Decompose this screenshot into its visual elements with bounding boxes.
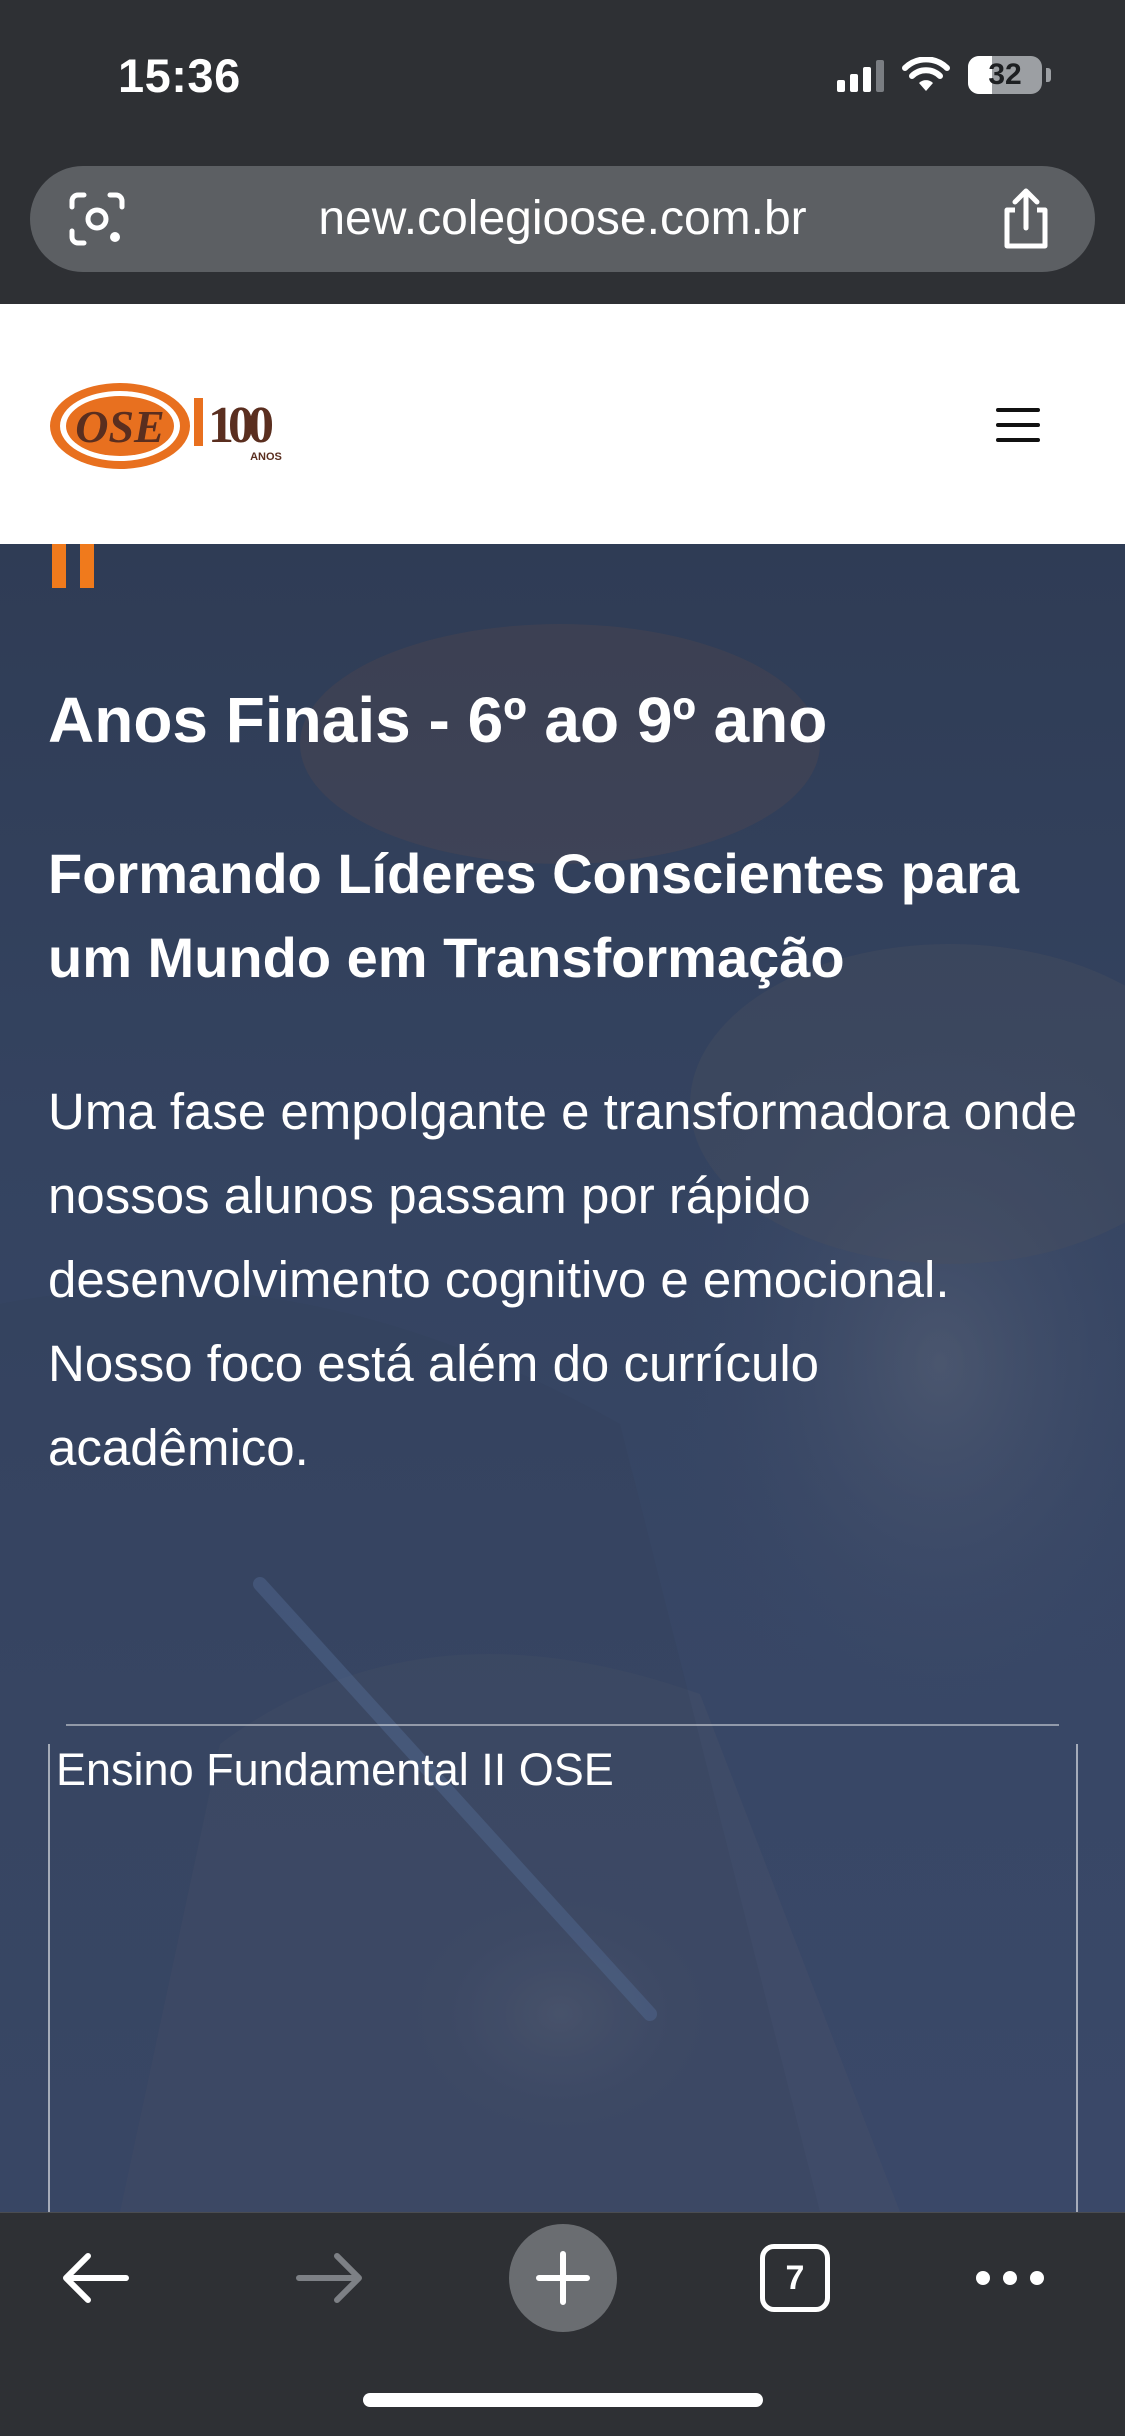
logo-badge-caption: ANOS: [250, 451, 282, 463]
browser-bottom-toolbar: 7: [0, 2212, 1125, 2436]
forward-arrow-icon: [296, 2253, 362, 2303]
new-tab-button[interactable]: [508, 2213, 618, 2343]
url-text[interactable]: new.colegioose.com.br: [30, 166, 1095, 272]
share-icon[interactable]: [997, 188, 1055, 250]
page-title: Anos Finais - 6º ao 9º ano: [48, 684, 828, 756]
logo-text: OSE: [75, 401, 164, 452]
video-embed[interactable]: Ensino Fundamental II OSE: [48, 1744, 1078, 2212]
back-button[interactable]: [40, 2213, 150, 2343]
quote-mark-decoration: [52, 544, 94, 588]
address-bar[interactable]: new.colegioose.com.br: [30, 166, 1095, 272]
hero-section: Anos Finais - 6º ao 9º ano Formando Líde…: [0, 544, 1125, 2212]
hero-subtitle: Formando Líderes Conscientes para um Mun…: [48, 842, 1019, 989]
browser-top-bar: 15:36 32 new.colegioose.com.br: [0, 0, 1125, 304]
forward-button[interactable]: [275, 2213, 385, 2343]
home-indicator[interactable]: [363, 2393, 763, 2407]
logo-accent-stroke: [194, 398, 203, 446]
tabs-icon: 7: [760, 2244, 830, 2312]
cellular-signal-icon: [837, 58, 884, 92]
battery-level: 32: [988, 58, 1022, 91]
status-icons: 32: [837, 52, 1051, 98]
more-dots-icon: [976, 2271, 1044, 2285]
video-title[interactable]: Ensino Fundamental II OSE: [56, 1744, 614, 1796]
school-logo[interactable]: OSE 100 ANOS: [48, 376, 298, 476]
battery-nub: [1046, 68, 1051, 82]
video-divider: [66, 1724, 1059, 1726]
hero-description: Uma fase empolgante e transformadora ond…: [48, 1083, 1078, 1476]
status-time: 15:36: [118, 49, 241, 102]
menu-icon[interactable]: [996, 408, 1040, 442]
battery-icon: 32: [968, 56, 1042, 94]
site-header: OSE 100 ANOS: [0, 304, 1125, 544]
wifi-icon: [902, 57, 950, 91]
logo-badge: 100: [208, 397, 273, 454]
plus-icon: [536, 2251, 590, 2305]
more-button[interactable]: [955, 2213, 1065, 2343]
tabs-button[interactable]: 7: [740, 2213, 850, 2343]
back-arrow-icon: [63, 2253, 129, 2303]
